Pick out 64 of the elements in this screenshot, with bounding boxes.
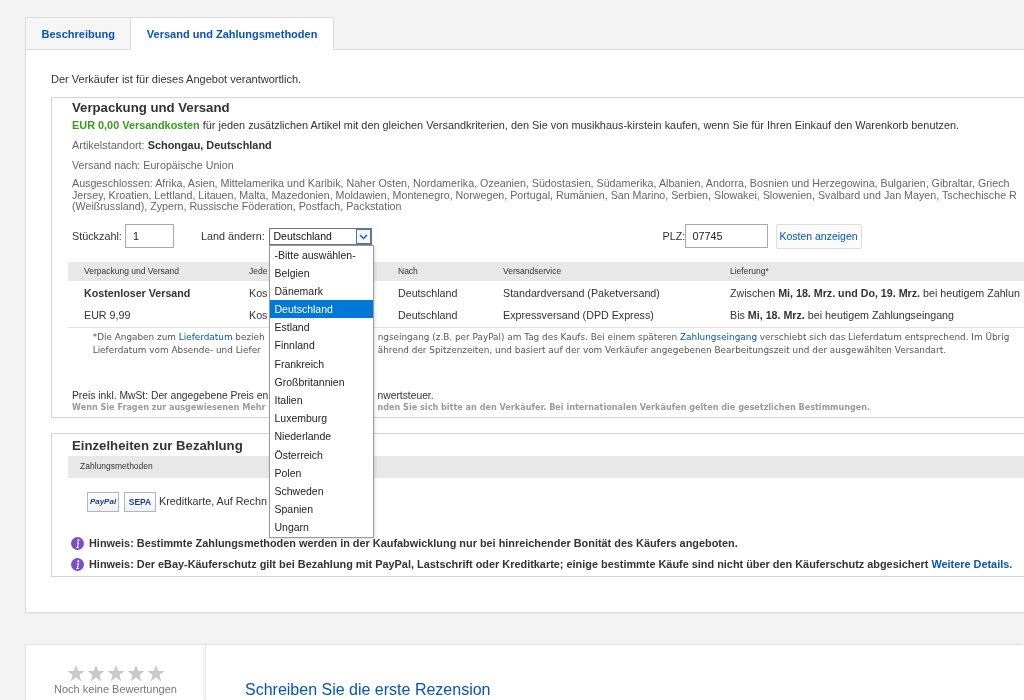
delivery-note-text: ngseingang (z.B. per PayPal) am Tag des Kaufs. Bei einem späteren Zahlungseingang verschiebt sich das Lieferdatum entsprechend. Im Übrig ährend der Spitzenzeiten, und basiert auf der vom Verkäufer angegebenen Bearbeitungszeit und der ausgewählten Versandart.	[377, 330, 1010, 357]
delivery-note-text: *Die Angaben zum Lieferdatum bezieh Lieferdatum vom Absende- und Liefer	[92, 330, 265, 357]
dropdown-option[interactable]: -Bitte auswählen-	[269, 245, 373, 264]
star-icon	[86, 664, 105, 682]
postcode-input[interactable]: 07745	[684, 224, 768, 248]
column-header: Versandservice	[503, 265, 562, 277]
section-title: Einzelheiten zur Bezahlung	[72, 437, 243, 454]
table-cell: Standardversand (Paketversand)	[503, 287, 660, 300]
column-header: Lieferung*	[730, 265, 769, 277]
field-label: Stückzahl:	[72, 229, 122, 242]
link[interactable]: Lieferdatum	[178, 331, 233, 342]
tab[interactable]: Beschreibung	[25, 17, 132, 50]
table-cell: Kostenloser Versand	[84, 287, 191, 300]
dropdown-option[interactable]: Niederlande	[269, 427, 373, 446]
payment-methods-text: Kreditkarte, Auf Rechn	[159, 495, 268, 508]
ships-to-text: Versand nach: Europäische Union	[72, 159, 234, 172]
dropdown-option[interactable]: Spanien	[269, 500, 373, 519]
review-summary-text: Noch keine Bewertungen	[54, 682, 177, 696]
star-icon	[106, 664, 125, 682]
hint-text: Hinweis: Der eBay-Käuferschutz gilt bei Bezahlung mit PayPal, Lastschrift oder Kreditkarte; einige bestimmte Käufe sind nicht über den Käuferschutz abgesichert Weitere Details.	[89, 557, 1013, 571]
hint-text: Hinweis: Bestimmte Zahlungsmethoden werden in der Kaufabwicklung nur bei hinreichender Bonität des Käufers angeboten.	[89, 536, 738, 550]
info-icon	[71, 536, 84, 550]
dropdown-option[interactable]: Deutschland	[269, 300, 373, 319]
column-header: Verpackung und Versand	[84, 265, 179, 277]
write-review-link[interactable]: Schreiben Sie die erste Rezension	[245, 680, 491, 698]
column-header: Zahlungsmethoden	[80, 461, 153, 472]
price-note-text: nwertsteuer.	[377, 388, 434, 402]
field-label: Land ändern:	[201, 229, 265, 242]
table-cell: Zwischen Mi, 18. Mrz. und Do, 19. Mrz. bei heutigem Zahlun	[730, 287, 1020, 300]
dropdown-option[interactable]: Luxemburg	[269, 409, 373, 428]
table-cell: EUR 9,99	[84, 309, 131, 322]
star-icon	[66, 664, 85, 682]
show-costs-button[interactable]: Kosten anzeigen	[775, 223, 862, 249]
dropdown-option[interactable]: Ungarn	[269, 518, 373, 537]
country-select[interactable]: Deutschland	[268, 227, 372, 245]
excluded-regions-text: Ausgeschlossen: Afrika, Asien, Mittelamerika und Karibik, Naher Osten, Nordamerika, Ozeanien, Südostasien, Südamerika, Albanien, Andorra, Bosnien und Herzegowina, Bulgarien, Gibraltar, Griech Jersey, Kroatien, Lettland, Litauen, Malta, Mazedonien, Moldawien, Montenegro, Norwegen, Portugal, Rumänien, San Marino, Serbien, Slowakei, Slowenien, Svalbard und Jan Mayen, Tschechische R (Weißrussland), Zypern, Russische Föderation, Postfach, Packstation	[72, 178, 1017, 213]
table-cell: Deutschland	[398, 287, 458, 300]
price-note-text: Preis inkl. MwSt: Der angegebene Preis en	[72, 388, 269, 402]
payment-logo: PayPal	[87, 491, 119, 512]
field-label: PLZ:	[662, 229, 686, 242]
star-icon	[126, 664, 145, 682]
dropdown-option[interactable]: Finnland	[269, 336, 373, 355]
table-cell: Deutschland	[398, 309, 458, 322]
table-cell: Kos	[249, 287, 268, 300]
table-cell: Bis Mi, 18. Mrz. bei heutigem Zahlungseingang	[730, 309, 954, 322]
seller-notice: Der Verkäufer ist für dieses Angebot verantwortlich.	[51, 73, 302, 86]
link[interactable]: Weitere Details.	[931, 557, 1013, 570]
star-icon	[146, 664, 165, 682]
column-header: Nach	[398, 265, 418, 277]
link[interactable]: Zahlungseingang	[680, 331, 757, 342]
shipping-cost-text: EUR 0,00 Versandkosten für jeden zusätzlichen Artikel mit den gleichen Versandkriterien, den Sie von musikhaus-kirstein kaufen, wenn Sie für Ihren Einkauf den Warenkorb benutzen.	[72, 119, 960, 132]
item-location-text: Artikelstandort: Schongau, Deutschland	[72, 139, 272, 152]
tab[interactable]: Versand und Zahlungsmethoden	[130, 17, 334, 50]
table-cell: Expressversand (DPD Express)	[503, 309, 654, 322]
quantity-input[interactable]: 1	[125, 224, 174, 248]
questions-note-text: Wenn Sie Fragen zur ausgewiesenen Mehr	[72, 401, 266, 413]
questions-note-text: nden Sie sich bitte an den Verkäufer. Bei internationalen Verkäufen gelten die gesetzlichen Bestimmungen.	[377, 401, 871, 413]
column-header: Jede	[249, 265, 268, 277]
dropdown-option[interactable]: Italien	[269, 391, 373, 410]
info-icon	[71, 557, 84, 571]
payment-logo: SEPA	[124, 491, 156, 512]
table-cell: Kos	[249, 309, 268, 322]
dropdown-option[interactable]: Estland	[269, 318, 373, 337]
section-title: Verpackung und Versand	[72, 100, 230, 116]
